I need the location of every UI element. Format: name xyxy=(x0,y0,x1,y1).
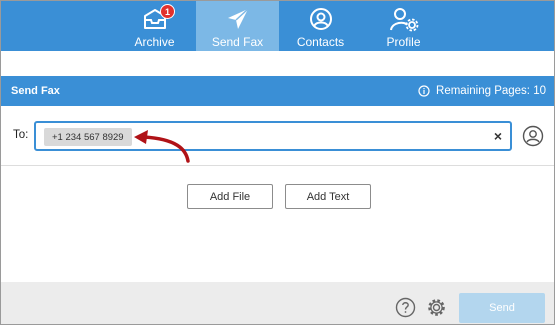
to-label: To: xyxy=(13,129,29,141)
tab-send-fax[interactable]: Send Fax xyxy=(196,1,279,51)
tab-contacts-label: Contacts xyxy=(296,35,345,49)
send-fax-header: Send Fax Remaining Pages: 10 xyxy=(1,76,554,106)
user-settings-icon xyxy=(389,8,418,32)
app-window: 1 Archive Send Fax Contacts Profile Send… xyxy=(0,0,555,325)
footer-bar: Send xyxy=(1,282,554,324)
remaining-pages-text: Remaining Pages: 10 xyxy=(436,85,546,97)
tab-contacts[interactable]: Contacts xyxy=(279,1,362,51)
add-text-button[interactable]: Add Text xyxy=(285,184,371,209)
send-button[interactable]: Send xyxy=(459,293,545,323)
recipient-input[interactable]: +1 234 567 8929 × xyxy=(34,121,512,151)
contact-picker-icon[interactable] xyxy=(522,125,544,147)
recipient-chip[interactable]: +1 234 567 8929 xyxy=(44,128,132,146)
tab-archive[interactable]: 1 Archive xyxy=(113,1,196,51)
recipient-row: To: +1 234 567 8929 × xyxy=(1,121,554,151)
add-file-button[interactable]: Add File xyxy=(187,184,273,209)
paper-plane-icon xyxy=(227,8,249,29)
remaining-pages: Remaining Pages: 10 xyxy=(418,85,546,97)
help-icon[interactable] xyxy=(395,297,416,318)
top-nav: 1 Archive Send Fax Contacts Profile xyxy=(1,1,554,51)
annotation-arrow-icon xyxy=(134,130,190,163)
info-icon xyxy=(418,85,430,97)
gear-icon[interactable] xyxy=(426,297,447,318)
tab-profile-label: Profile xyxy=(386,35,421,49)
user-circle-icon xyxy=(309,8,332,30)
archive-badge: 1 xyxy=(160,4,175,19)
page-title: Send Fax xyxy=(11,85,60,97)
tab-archive-label: Archive xyxy=(134,35,175,49)
tab-send-fax-label: Send Fax xyxy=(211,35,264,49)
divider xyxy=(1,165,554,166)
clear-recipient-icon[interactable]: × xyxy=(494,128,502,144)
tab-profile[interactable]: Profile xyxy=(362,1,445,51)
